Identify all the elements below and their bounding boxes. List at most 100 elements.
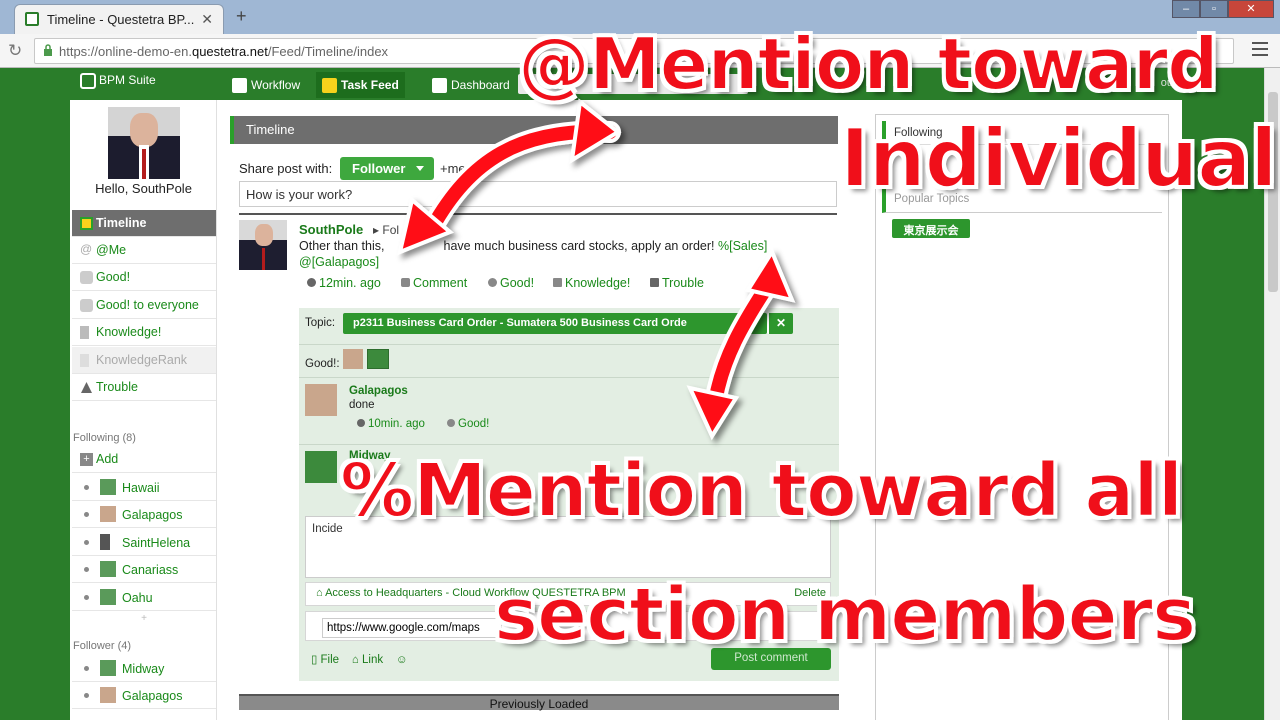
comment-author[interactable]: Galapagos — [349, 385, 408, 397]
comment-avatar[interactable] — [305, 384, 337, 416]
share-label: Share post with: — [239, 161, 333, 176]
plus-icon: + — [80, 453, 93, 466]
comment-avatar[interactable] — [305, 451, 337, 483]
greeting: Hello, SouthPole — [95, 181, 192, 196]
maximize-button[interactable]: ▫ — [1200, 0, 1228, 18]
app-logo[interactable]: BPM Suite — [80, 73, 156, 89]
user-avatar[interactable] — [367, 349, 389, 369]
thumbs-everyone-icon — [80, 299, 93, 312]
post-author[interactable]: SouthPole — [299, 222, 363, 237]
nav-workflow[interactable]: Workflow — [226, 72, 306, 98]
link-link[interactable]: ⌂ Link — [352, 654, 383, 666]
callout-section-line2: section members — [493, 571, 1197, 659]
user-avatar[interactable] — [343, 349, 363, 369]
following-title: Following (8) — [73, 432, 136, 444]
share-target-dropdown[interactable]: Follower — [340, 157, 434, 180]
link-icon: ⌂ — [351, 654, 362, 666]
topic-label: Topic: — [305, 317, 336, 329]
workflow-icon — [232, 78, 247, 94]
comment-good-link[interactable]: Good! — [447, 418, 489, 430]
clock-icon — [307, 278, 316, 287]
knowledge-link[interactable]: Knowledge! — [553, 276, 630, 290]
follower-title: Follower (4) — [73, 640, 132, 652]
browser-menu-icon[interactable] — [1252, 42, 1268, 56]
emoji-icon[interactable]: ☺ — [396, 654, 408, 666]
sidebar-item-good[interactable]: Good! — [72, 264, 216, 291]
rank-icon — [80, 354, 89, 367]
user-avatar-icon — [100, 506, 116, 522]
callout-individual-line1: @Mention toward — [517, 21, 1220, 107]
user-avatar-icon — [100, 660, 116, 676]
divider — [239, 213, 837, 215]
post-body: Other than this, have much business card… — [299, 239, 768, 269]
follower-item[interactable]: Midway — [72, 655, 216, 682]
sidebar-item-trouble[interactable]: Trouble — [72, 374, 216, 401]
star-icon — [447, 419, 455, 427]
warning-icon — [80, 381, 93, 394]
new-tab-button[interactable]: + — [236, 6, 247, 27]
comment-link[interactable]: Comment — [401, 276, 467, 290]
at-icon: @ — [80, 242, 93, 256]
add-mention-link[interactable]: +men — [440, 161, 473, 176]
user-mention-tag[interactable]: @[Galapagos] — [299, 255, 379, 269]
following-item[interactable]: Oahu — [72, 584, 216, 611]
good-link[interactable]: Good! — [488, 276, 534, 290]
comment-icon — [401, 278, 410, 287]
following-item[interactable]: Canariass — [72, 556, 216, 583]
more-following[interactable]: + — [72, 613, 216, 624]
book-icon — [80, 326, 89, 339]
following-item[interactable]: SaintHelena — [72, 529, 216, 556]
add-following-button[interactable]: + Add — [72, 446, 216, 473]
comment-tools: ▯ File ⌂ Link ☺ — [311, 652, 408, 666]
user-avatar-icon — [100, 561, 116, 577]
post-time: 12min. ago — [307, 276, 381, 290]
tag-icon: ⌂ — [316, 587, 326, 599]
section-mention-tag[interactable]: %[Sales] — [718, 239, 767, 253]
user-avatar[interactable] — [108, 107, 180, 179]
topic-close-button[interactable]: ✕ — [767, 313, 793, 334]
following-item[interactable]: Galapagos — [72, 501, 216, 528]
sidebar-item-good-everyone[interactable]: Good! to everyone — [72, 292, 216, 319]
callout-individual-line2: Individual — [839, 111, 1279, 206]
user-avatar-icon — [100, 479, 116, 495]
dashboard-icon — [432, 78, 447, 94]
book-icon — [553, 278, 562, 287]
link-url-input[interactable] — [322, 618, 502, 638]
callout-section-line1: %Mention toward all — [339, 447, 1184, 535]
comment-text: done — [349, 399, 375, 411]
trouble-link[interactable]: Trouble — [650, 276, 704, 290]
browser-tab[interactable]: Timeline - Questetra BP... ✕ — [14, 4, 224, 34]
window-close-button[interactable]: ✕ — [1228, 0, 1274, 18]
questetra-logo-icon — [80, 73, 96, 89]
star-icon — [488, 278, 497, 287]
timeline-panel-title: Timeline — [230, 116, 838, 144]
sidebar-item-at-me[interactable]: @ @Me — [72, 237, 216, 264]
topic-tag[interactable]: 東京展示会 — [892, 219, 970, 238]
clock-icon — [357, 419, 365, 427]
left-sidebar: Hello, SouthPole Timeline @ @Me Good! Goo… — [70, 100, 217, 720]
user-avatar-icon — [100, 589, 116, 605]
divider — [299, 444, 839, 445]
post-author-avatar[interactable] — [239, 220, 287, 270]
questetra-favicon-icon — [25, 12, 39, 26]
minimize-button[interactable]: – — [1172, 0, 1200, 18]
chevron-down-icon — [416, 166, 424, 171]
topic-chip[interactable]: p2311 Business Card Order - Sumatera 500… — [343, 313, 767, 334]
following-item[interactable]: Hawaii — [72, 474, 216, 501]
timeline-icon — [80, 217, 93, 230]
sidebar-item-timeline[interactable]: Timeline — [72, 210, 216, 237]
file-link[interactable]: ▯ File — [311, 654, 339, 666]
tab-title: Timeline - Questetra BP... — [47, 12, 195, 27]
group-icon — [100, 534, 110, 550]
back-arrow-icon[interactable]: ↻ — [8, 41, 22, 61]
sidebar-item-knowledge[interactable]: Knowledge! — [72, 319, 216, 346]
nav-dashboard[interactable]: Dashboard — [426, 72, 516, 98]
previously-loaded-bar[interactable]: Previously Loaded — [239, 694, 839, 711]
sidebar-item-knowledge-rank: KnowledgeRank — [72, 347, 216, 374]
warning-icon — [650, 278, 659, 287]
follower-item[interactable]: Galapagos — [72, 682, 216, 709]
nav-task-feed[interactable]: Task Feed — [316, 72, 405, 98]
post-input[interactable]: How is your work? — [239, 181, 837, 207]
thumb-icon — [80, 271, 93, 284]
tab-close-icon[interactable]: ✕ — [201, 11, 213, 28]
